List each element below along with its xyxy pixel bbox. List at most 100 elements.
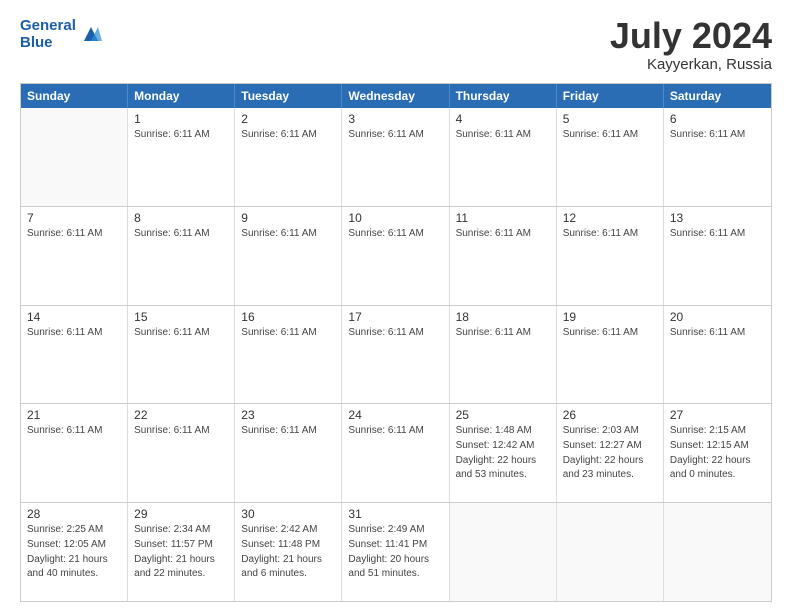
logo: General Blue xyxy=(20,18,102,51)
day-info: Daylight: 22 hours and 0 minutes. xyxy=(670,454,765,482)
day-info: Sunrise: 6:11 AM xyxy=(241,128,335,142)
day-number: 10 xyxy=(348,211,442,225)
cal-cell: 3 Sunrise: 6:11 AM xyxy=(342,108,449,206)
day-info: Sunrise: 6:11 AM xyxy=(134,128,228,142)
day-info: Sunrise: 6:11 AM xyxy=(241,227,335,241)
day-number: 11 xyxy=(456,211,550,225)
day-number: 5 xyxy=(563,112,657,126)
week-row-5: 28Sunrise: 2:25 AMSunset: 12:05 AMDaylig… xyxy=(21,502,771,601)
day-info: Sunset: 11:41 PM xyxy=(348,538,442,552)
day-number: 27 xyxy=(670,408,765,422)
cal-cell: 12 Sunrise: 6:11 AM xyxy=(557,207,664,305)
cal-cell: 9Sunrise: 6:11 AM xyxy=(235,207,342,305)
header-day-monday: Monday xyxy=(128,84,235,108)
day-info: Sunrise: 6:11 AM xyxy=(27,424,121,438)
cal-cell: 28Sunrise: 2:25 AMSunset: 12:05 AMDaylig… xyxy=(21,503,128,601)
day-info: Sunrise: 6:11 AM xyxy=(563,326,657,340)
header: General Blue July 2024 Kayyerkan, Russia xyxy=(20,18,772,73)
cal-cell: 7Sunrise: 6:11 AM xyxy=(21,207,128,305)
cal-cell: 22 Sunrise: 6:11 AM xyxy=(128,404,235,502)
cal-cell: 11 Sunrise: 6:11 AM xyxy=(450,207,557,305)
cal-cell: 27Sunrise: 2:15 AMSunset: 12:15 AMDaylig… xyxy=(664,404,771,502)
day-info: Sunset: 12:05 AM xyxy=(27,538,121,552)
day-number: 16 xyxy=(241,310,335,324)
day-number: 25 xyxy=(456,408,550,422)
calendar-page: General Blue July 2024 Kayyerkan, Russia… xyxy=(0,0,792,612)
day-info: Sunrise: 6:11 AM xyxy=(456,227,550,241)
day-info: Sunrise: 6:11 AM xyxy=(134,227,228,241)
cal-cell: 19 Sunrise: 6:11 AM xyxy=(557,306,664,404)
day-info: Daylight: 21 hours and 6 minutes. xyxy=(241,553,335,581)
day-number: 22 xyxy=(134,408,228,422)
cal-cell: 31Sunrise: 2:49 AMSunset: 11:41 PMDaylig… xyxy=(342,503,449,601)
day-number: 12 xyxy=(563,211,657,225)
header-day-sunday: Sunday xyxy=(21,84,128,108)
cal-cell: 23Sunrise: 6:11 AM xyxy=(235,404,342,502)
day-number: 15 xyxy=(134,310,228,324)
header-day-thursday: Thursday xyxy=(450,84,557,108)
week-row-3: 14Sunrise: 6:11 AM15Sunrise: 6:11 AM16Su… xyxy=(21,305,771,404)
day-info: Daylight: 22 hours and 53 minutes. xyxy=(456,454,550,482)
title-block: July 2024 Kayyerkan, Russia xyxy=(610,18,772,73)
day-info: Sunrise: 6:11 AM xyxy=(670,326,765,340)
day-number: 28 xyxy=(27,507,121,521)
day-number: 8 xyxy=(134,211,228,225)
cal-cell: 8 Sunrise: 6:11 AM xyxy=(128,207,235,305)
cal-cell: 6Sunrise: 6:11 AM xyxy=(664,108,771,206)
cal-cell: 17Sunrise: 6:11 AM xyxy=(342,306,449,404)
day-info: Sunrise: 6:11 AM xyxy=(563,227,657,241)
cal-cell: 5Sunrise: 6:11 AM xyxy=(557,108,664,206)
cal-cell xyxy=(664,503,771,601)
day-info: Sunrise: 6:11 AM xyxy=(241,424,335,438)
week-row-2: 7Sunrise: 6:11 AM8Sunrise: 6:11 AM9Sunri… xyxy=(21,206,771,305)
day-number: 21 xyxy=(27,408,121,422)
cal-cell: 16 Sunrise: 6:11 AM xyxy=(235,306,342,404)
logo-icon xyxy=(80,23,102,45)
day-info: Sunrise: 2:34 AM xyxy=(134,523,228,537)
calendar: SundayMondayTuesdayWednesdayThursdayFrid… xyxy=(20,83,772,602)
day-number: 14 xyxy=(27,310,121,324)
cal-cell: 2Sunrise: 6:11 AM xyxy=(235,108,342,206)
day-info: Sunrise: 2:03 AM xyxy=(563,424,657,438)
day-number: 20 xyxy=(670,310,765,324)
location: Kayyerkan, Russia xyxy=(610,56,772,73)
week-row-4: 21Sunrise: 6:11 AM22Sunrise: 6:11 AM23Su… xyxy=(21,403,771,502)
logo-text: General xyxy=(20,18,76,35)
day-info: Sunrise: 6:11 AM xyxy=(134,424,228,438)
day-number: 19 xyxy=(563,310,657,324)
day-info: Sunrise: 6:11 AM xyxy=(348,227,442,241)
logo-text2: Blue xyxy=(20,35,76,52)
day-number: 3 xyxy=(348,112,442,126)
day-number: 1 xyxy=(134,112,228,126)
cal-cell: 4 Sunrise: 6:11 AM xyxy=(450,108,557,206)
header-day-tuesday: Tuesday xyxy=(235,84,342,108)
day-number: 31 xyxy=(348,507,442,521)
day-info: Sunset: 12:27 AM xyxy=(563,439,657,453)
day-info: Sunset: 12:42 AM xyxy=(456,439,550,453)
day-info: Sunrise: 6:11 AM xyxy=(670,227,765,241)
week-row-1: 1Sunrise: 6:11 AM2Sunrise: 6:11 AM3Sunri… xyxy=(21,108,771,206)
calendar-body: 1Sunrise: 6:11 AM2Sunrise: 6:11 AM3Sunri… xyxy=(21,108,771,601)
day-number: 18 xyxy=(456,310,550,324)
day-number: 17 xyxy=(348,310,442,324)
cal-cell: 26Sunrise: 2:03 AMSunset: 12:27 AMDaylig… xyxy=(557,404,664,502)
day-info: Sunrise: 6:11 AM xyxy=(27,227,121,241)
month-title: July 2024 xyxy=(610,18,772,54)
day-info: Daylight: 22 hours and 23 minutes. xyxy=(563,454,657,482)
day-info: Sunrise: 6:11 AM xyxy=(241,326,335,340)
day-info: Sunset: 11:48 PM xyxy=(241,538,335,552)
day-number: 4 xyxy=(456,112,550,126)
day-info: Daylight: 20 hours and 51 minutes. xyxy=(348,553,442,581)
header-day-saturday: Saturday xyxy=(664,84,771,108)
cal-cell xyxy=(450,503,557,601)
cal-cell: 1 Sunrise: 6:11 AM xyxy=(128,108,235,206)
cal-cell: 13 Sunrise: 6:11 AM xyxy=(664,207,771,305)
day-number: 13 xyxy=(670,211,765,225)
day-info: Sunrise: 6:11 AM xyxy=(348,128,442,142)
day-number: 29 xyxy=(134,507,228,521)
header-day-friday: Friday xyxy=(557,84,664,108)
day-info: Sunset: 11:57 PM xyxy=(134,538,228,552)
day-info: Sunrise: 6:11 AM xyxy=(456,128,550,142)
cal-cell: 15Sunrise: 6:11 AM xyxy=(128,306,235,404)
cal-cell: 14Sunrise: 6:11 AM xyxy=(21,306,128,404)
